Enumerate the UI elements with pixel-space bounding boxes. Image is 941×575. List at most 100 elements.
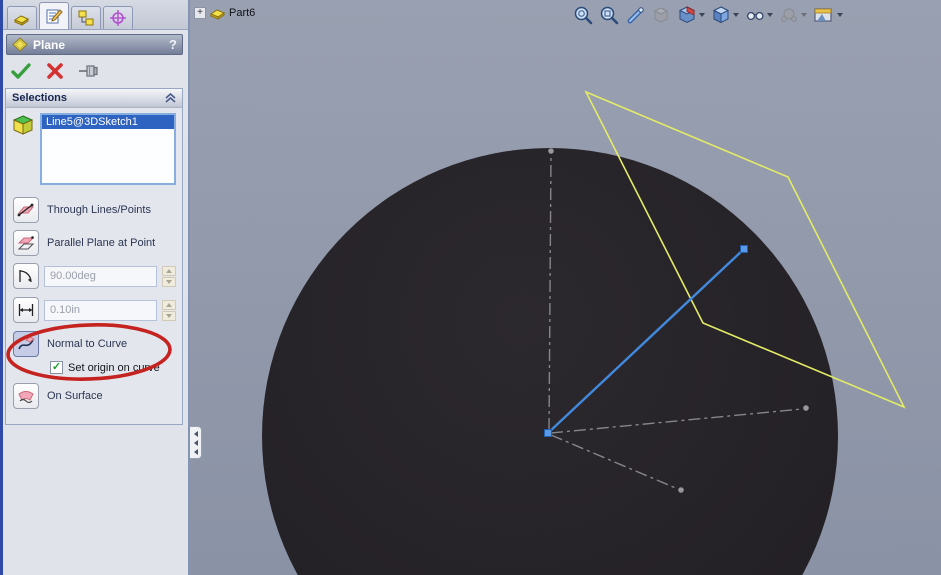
parallel-plane-at-point-label: Parallel Plane at Point <box>47 237 156 249</box>
configuration-manager-icon <box>78 10 94 26</box>
angle-spin-down-button[interactable] <box>162 276 176 287</box>
part-name-label[interactable]: Part6 <box>229 7 255 19</box>
reference-entity-cube-icon <box>12 115 34 135</box>
flyout-feature-tree: + Part6 <box>194 5 255 20</box>
checkmark-icon: ✓ <box>51 361 62 373</box>
chevron-up-icon[interactable] <box>165 93 176 103</box>
dropdown-caret-icon[interactable] <box>699 13 705 17</box>
normal-to-curve-icon <box>18 336 35 350</box>
distance-spin-up-button[interactable] <box>162 299 176 310</box>
apply-scene-button[interactable] <box>812 4 844 26</box>
distance-spin-down-button[interactable] <box>162 310 176 321</box>
spin-down-icon <box>166 279 172 284</box>
distance-spinner <box>162 299 176 321</box>
part-icon <box>13 15 30 26</box>
sketch-point-handle[interactable] <box>740 245 748 253</box>
propertymanager-tab[interactable] <box>39 2 69 29</box>
viewport-scene <box>262 90 906 575</box>
dimxpert-icon <box>110 10 126 26</box>
on-surface-row: On Surface <box>6 379 182 412</box>
through-lines-points-button[interactable] <box>13 197 39 223</box>
on-surface-label: On Surface <box>47 390 103 402</box>
normal-to-curve-row: Normal to Curve <box>6 327 182 360</box>
parallel-plane-at-point-button[interactable] <box>13 230 39 256</box>
property-manager-panel: Plane ? Selections Line5@3DSketch1 Throu… <box>0 0 190 575</box>
plane-feature-icon <box>12 37 28 52</box>
sketch-endpoint-dot[interactable] <box>678 487 684 493</box>
dimxpert-tab[interactable] <box>103 6 133 29</box>
set-origin-on-curve-checkbox[interactable]: ✓ <box>50 361 63 374</box>
apply-scene-icon <box>814 8 832 22</box>
property-manager-actions <box>0 55 188 85</box>
section-view-icon <box>678 6 696 24</box>
dropdown-caret-icon[interactable] <box>837 13 843 17</box>
on-surface-icon <box>18 391 34 404</box>
normal-to-curve-label: Normal to Curve <box>47 338 128 350</box>
pin-button[interactable] <box>78 62 102 80</box>
distance-icon <box>18 304 34 316</box>
display-style-icon <box>746 11 764 21</box>
angle-icon <box>19 270 32 283</box>
part-icon <box>209 9 226 20</box>
zoom-in-out-icon <box>627 7 644 24</box>
set-origin-on-curve-row: ✓ Set origin on curve <box>6 360 182 379</box>
through-lines-points-icon <box>17 203 35 217</box>
panel-title: Plane <box>33 37 66 52</box>
collapse-left-icon <box>193 430 198 437</box>
angle-input[interactable]: 90.00deg <box>44 265 157 287</box>
selections-title: Selections <box>12 92 68 104</box>
dropdown-caret-icon[interactable] <box>801 13 807 17</box>
selection-list-item[interactable]: Line5@3DSketch1 <box>42 115 174 129</box>
zoom-to-fit-icon <box>574 6 593 25</box>
rotate-view-icon <box>653 7 669 23</box>
property-manager-title-bar: Plane ? <box>6 34 183 55</box>
selections-groupbox: Selections Line5@3DSketch1 Through Lines… <box>5 88 183 425</box>
distance-button[interactable] <box>13 297 39 323</box>
display-style-button[interactable] <box>744 4 774 26</box>
distance-input[interactable]: 0.10in <box>44 299 157 321</box>
graphics-viewport[interactable]: + Part6 <box>190 0 941 575</box>
hide-show-items-button[interactable] <box>778 4 808 26</box>
selection-listbox[interactable]: Line5@3DSketch1 <box>40 113 176 185</box>
panel-splitter-handle[interactable] <box>190 426 202 459</box>
normal-to-curve-button[interactable] <box>13 331 39 357</box>
selections-group-header[interactable]: Selections <box>6 89 182 108</box>
section-view-button[interactable] <box>676 4 706 26</box>
heads-up-view-toolbar <box>572 4 844 26</box>
configurationmanager-tab[interactable] <box>71 6 101 29</box>
zoom-in-out-button[interactable] <box>624 4 646 26</box>
cancel-button[interactable] <box>46 62 64 80</box>
zoom-to-area-button[interactable] <box>598 4 620 26</box>
angle-row: 90.00deg <box>6 259 182 293</box>
spin-up-icon <box>166 268 172 273</box>
dropdown-caret-icon[interactable] <box>767 13 773 17</box>
sketch-endpoint-dot[interactable] <box>803 405 809 411</box>
spin-up-icon <box>166 302 172 307</box>
on-surface-button[interactable] <box>13 383 39 409</box>
manager-tabbar <box>0 0 188 30</box>
angle-button[interactable] <box>13 263 39 289</box>
through-lines-points-row: Through Lines/Points <box>6 193 182 226</box>
dropdown-caret-icon[interactable] <box>733 13 739 17</box>
reference-selection-row: Line5@3DSketch1 <box>6 108 182 193</box>
zoom-to-fit-button[interactable] <box>572 4 594 26</box>
help-button[interactable]: ? <box>169 37 177 52</box>
ok-button[interactable] <box>10 62 32 80</box>
angle-spin-up-button[interactable] <box>162 265 176 276</box>
collapse-left-icon <box>193 439 198 446</box>
sketch-point-handle[interactable] <box>544 429 552 437</box>
rotate-view-button[interactable] <box>650 4 672 26</box>
featuremanager-tab[interactable] <box>7 6 37 29</box>
parallel-plane-at-point-icon <box>17 236 35 250</box>
set-origin-on-curve-label: Set origin on curve <box>68 361 160 374</box>
through-lines-points-label: Through Lines/Points <box>47 204 151 216</box>
spin-down-icon <box>166 313 172 318</box>
distance-row: 0.10in <box>6 293 182 327</box>
angle-spinner <box>162 265 176 287</box>
tree-expand-button[interactable]: + <box>194 6 206 19</box>
view-orientation-button[interactable] <box>710 4 740 26</box>
hide-show-items-icon <box>781 8 797 22</box>
collapse-left-icon <box>193 448 198 455</box>
sketch-endpoint-dot[interactable] <box>548 148 554 154</box>
solidworks-window: Plane ? Selections Line5@3DSketch1 Throu… <box>0 0 941 575</box>
